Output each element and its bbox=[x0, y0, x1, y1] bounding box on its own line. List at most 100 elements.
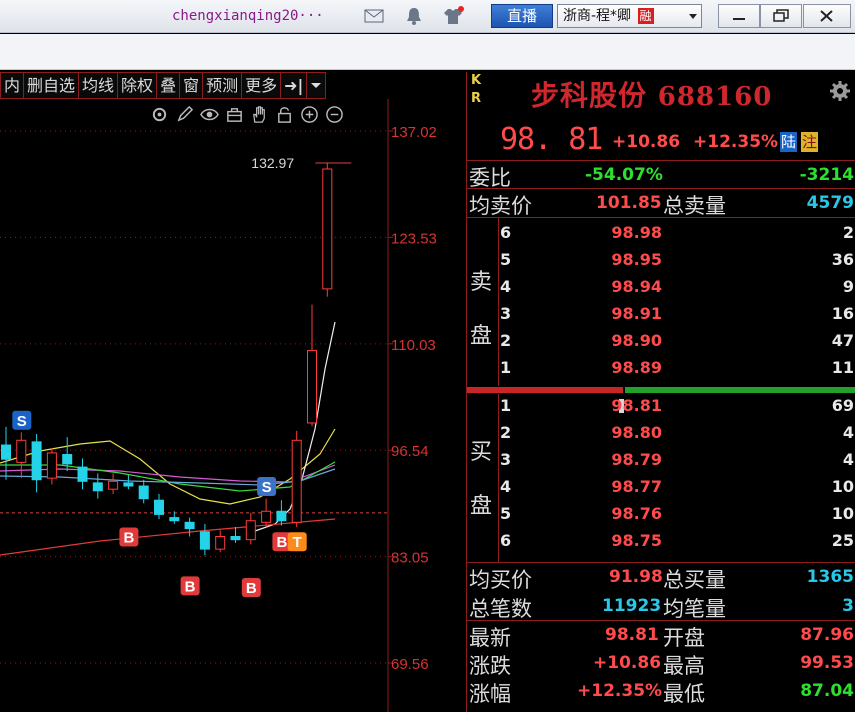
candle-body bbox=[276, 510, 287, 522]
minimize-button[interactable] bbox=[718, 4, 760, 28]
trades-row: 总笔数 11923 均笔量 3 bbox=[467, 592, 855, 621]
candle-body bbox=[92, 482, 103, 492]
trade-marker[interactable]: B bbox=[119, 527, 139, 547]
gear-icon[interactable] bbox=[829, 80, 851, 102]
candle-body bbox=[1, 444, 11, 460]
shirt-icon[interactable] bbox=[442, 6, 464, 26]
open-label: 开盘 bbox=[663, 626, 705, 650]
candle bbox=[108, 473, 119, 494]
candle bbox=[92, 473, 103, 499]
close-button[interactable] bbox=[803, 4, 851, 28]
bid-level-1[interactable]: 1 98.81 69 bbox=[467, 393, 855, 419]
bid-price: 98.75 bbox=[611, 531, 662, 550]
ask-level-5[interactable]: 5 98.95 36 bbox=[467, 247, 855, 273]
note-badge[interactable]: 注 bbox=[801, 132, 819, 152]
bid-level-6[interactable]: 6 98.75 25 bbox=[467, 528, 855, 554]
bid-price: 98.81 bbox=[611, 396, 662, 415]
trade-marker[interactable]: S bbox=[257, 477, 277, 497]
bid-level-num: 1 bbox=[500, 396, 512, 415]
ask-level-num: 3 bbox=[500, 304, 512, 323]
candlestick-chart[interactable]: 132.97 SSBB BB T 137.02123.53110.0396.5483… bbox=[0, 99, 466, 712]
candle bbox=[169, 511, 180, 524]
kr-indicator[interactable]: K R bbox=[471, 72, 481, 108]
bid-level-2[interactable]: 2 98.80 4 bbox=[467, 420, 855, 446]
chevron-down-icon bbox=[689, 14, 697, 19]
candle bbox=[123, 474, 134, 490]
menu-item-ex-rights[interactable]: 除权 bbox=[117, 72, 158, 99]
bid-qty: 4 bbox=[842, 450, 854, 469]
avg-buy-label: 均买价 bbox=[469, 568, 532, 592]
menu-item-more[interactable]: 更多 bbox=[241, 72, 282, 99]
bid-level-4[interactable]: 4 98.77 10 bbox=[467, 474, 855, 500]
menu-item-moving-average[interactable]: 均线 bbox=[78, 72, 119, 99]
menu-item-remove-watchlist[interactable]: 删自选 bbox=[23, 72, 80, 99]
live-button[interactable]: 直播 bbox=[491, 4, 553, 28]
marker-label: B bbox=[185, 578, 196, 595]
marker-label: T bbox=[293, 534, 302, 551]
candle-body bbox=[291, 439, 302, 523]
candle bbox=[154, 493, 164, 520]
marker-label: S bbox=[17, 413, 27, 430]
last-price: 98. 81 bbox=[500, 122, 603, 157]
ask-price: 98.94 bbox=[611, 277, 662, 296]
ask-level-4[interactable]: 4 98.94 9 bbox=[467, 274, 855, 300]
broker-account-select[interactable]: 浙商-程*卿 融 bbox=[557, 4, 702, 28]
weibi-row: 委比 -54.07% -3214 bbox=[467, 161, 855, 190]
candle-body bbox=[108, 480, 119, 490]
menu-item-expand[interactable]: ➜| bbox=[280, 72, 308, 99]
ask-level-2[interactable]: 2 98.90 47 bbox=[467, 328, 855, 354]
bid-level-5[interactable]: 5 98.76 10 bbox=[467, 501, 855, 527]
open-price: 87.96 bbox=[800, 625, 854, 645]
ask-level-6[interactable]: 6 98.98 2 bbox=[467, 220, 855, 246]
menu-item-forecast[interactable]: 预测 bbox=[202, 72, 243, 99]
ask-level-3[interactable]: 3 98.91 16 bbox=[467, 301, 855, 327]
bid-level-num: 3 bbox=[500, 450, 512, 469]
menu-item-window[interactable]: 窗 bbox=[179, 72, 204, 99]
candle-body bbox=[62, 453, 73, 465]
weibi-pct: -54.07% bbox=[585, 165, 663, 185]
y-tick-label: 123.53 bbox=[391, 230, 437, 247]
bid-qty: 10 bbox=[831, 504, 854, 523]
candle-body bbox=[31, 441, 42, 481]
trade-marker[interactable]: B bbox=[241, 577, 261, 597]
candle bbox=[291, 430, 302, 528]
trade-marker[interactable]: T bbox=[287, 532, 307, 552]
candle bbox=[1, 426, 11, 480]
candle-body bbox=[138, 485, 149, 500]
mail-icon[interactable] bbox=[363, 6, 385, 26]
bell-icon[interactable] bbox=[403, 6, 425, 26]
ask-qty: 47 bbox=[831, 331, 854, 350]
menu-item-intraday[interactable]: 内 bbox=[0, 72, 25, 99]
stock-name: 步科股份 bbox=[531, 79, 648, 112]
total-trades-label: 总笔数 bbox=[469, 597, 532, 621]
avg-sell-row: 均卖价 101.85 总卖量 4579 bbox=[467, 189, 855, 218]
menu-item-overlay[interactable]: 叠 bbox=[156, 72, 181, 99]
candle bbox=[184, 517, 195, 537]
total-trades: 11923 bbox=[602, 596, 662, 616]
menu-dropdown[interactable] bbox=[306, 72, 327, 99]
bid-level-num: 4 bbox=[500, 477, 512, 496]
marker-label: B bbox=[246, 580, 257, 597]
stock-code: 688160 bbox=[657, 82, 773, 112]
ask-level-num: 5 bbox=[500, 250, 512, 269]
trade-marker[interactable]: B bbox=[180, 576, 200, 596]
avg-buy-price: 91.98 bbox=[609, 567, 663, 587]
ask-qty: 9 bbox=[842, 277, 854, 296]
ask-price: 98.90 bbox=[611, 331, 662, 350]
candle-body bbox=[46, 452, 57, 479]
restore-button[interactable] bbox=[760, 4, 802, 28]
bid-level-3[interactable]: 3 98.79 4 bbox=[467, 447, 855, 473]
pct-label: 涨幅 bbox=[469, 682, 511, 706]
y-tick-label: 83.05 bbox=[391, 550, 429, 567]
username-label[interactable]: chengxianqing20··· bbox=[172, 8, 324, 24]
marker-label: S bbox=[262, 479, 272, 496]
trade-marker[interactable]: S bbox=[12, 410, 32, 430]
secondary-toolbar bbox=[0, 34, 855, 70]
candle bbox=[261, 498, 272, 528]
price-change-pct: +12.35% bbox=[693, 132, 779, 152]
ask-level-num: 1 bbox=[500, 358, 512, 377]
restore-icon bbox=[773, 9, 789, 22]
pct-value: +12.35% bbox=[577, 681, 663, 701]
bid-level-num: 2 bbox=[500, 423, 512, 442]
ask-level-1[interactable]: 1 98.89 11 bbox=[467, 355, 855, 381]
